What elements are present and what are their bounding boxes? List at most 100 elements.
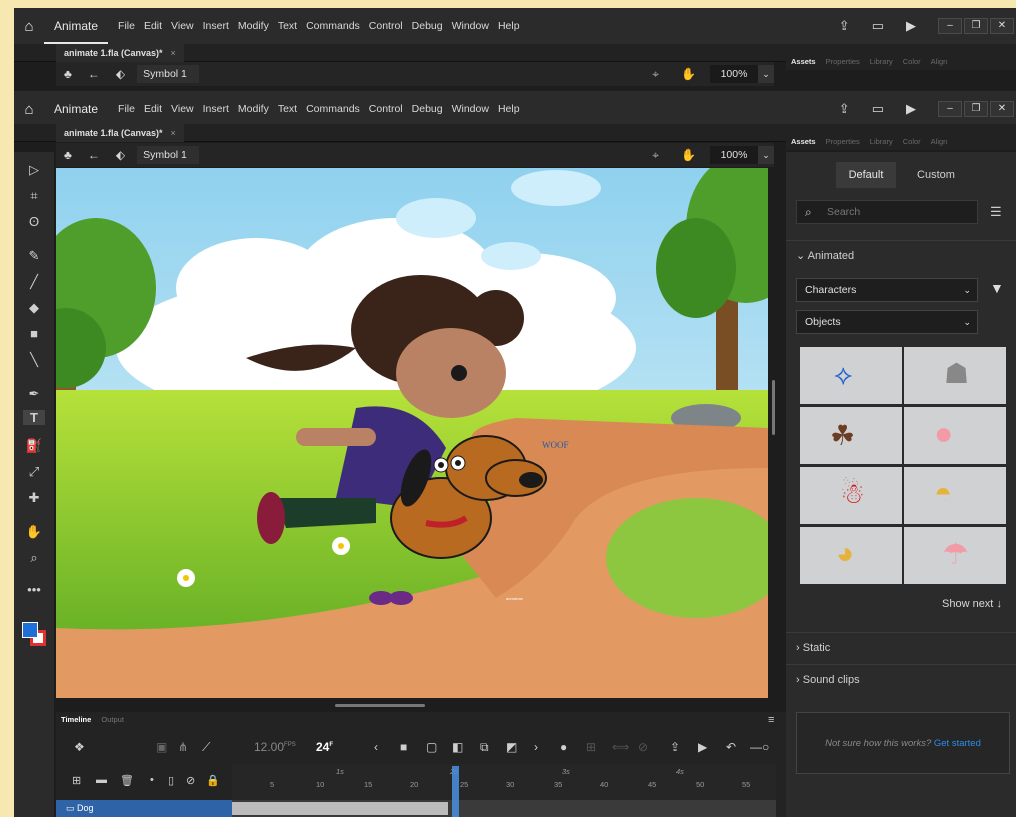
- asset-thumb-dog-sitting[interactable]: ◕: [800, 527, 902, 584]
- filter-icon[interactable]: ▼: [990, 280, 1004, 296]
- test-movie-icon[interactable]: ▶: [906, 101, 916, 117]
- frame-track[interactable]: [232, 800, 776, 817]
- brush-tool-icon[interactable]: ✎: [14, 248, 54, 264]
- menu-text[interactable]: Text: [278, 20, 297, 32]
- sync-icon[interactable]: ⊘: [638, 740, 648, 754]
- rectangle-tool-icon[interactable]: ■: [14, 326, 54, 341]
- asset-thumb-pig[interactable]: ☂: [904, 527, 1006, 584]
- chevron-down-icon[interactable]: ⌄: [758, 146, 774, 164]
- eraser-tool-icon[interactable]: ◆: [14, 300, 54, 316]
- lasso-tool-icon[interactable]: ʘ: [14, 214, 54, 229]
- panel-layout-icon[interactable]: ▭: [872, 18, 884, 34]
- restore-button[interactable]: ❐: [964, 101, 988, 117]
- scene-icon[interactable]: ♣: [64, 148, 72, 162]
- hand-tool-icon[interactable]: ✋: [14, 524, 54, 540]
- paint-bucket-tool-icon[interactable]: ⛽: [14, 438, 54, 454]
- test-movie-icon[interactable]: ▶: [906, 18, 916, 34]
- back-arrow-icon[interactable]: ←: [88, 148, 100, 162]
- asset-thumb-wolf[interactable]: ☘: [800, 407, 902, 464]
- zoom-tool-icon[interactable]: ⌕: [14, 550, 54, 566]
- frame-ruler[interactable]: 1s 2s 3s 4s 5 10 15 20 25 30 35 40 45 50…: [232, 764, 776, 800]
- document-tab[interactable]: animate 1.fla (Canvas)* ×: [56, 124, 184, 142]
- zoom-value[interactable]: 100%: [710, 146, 758, 164]
- subcategory-dropdown[interactable]: Objects ⌄: [796, 310, 978, 334]
- delete-icon[interactable]: 🗑: [120, 774, 134, 787]
- rotate-icon[interactable]: ✋: [681, 148, 696, 162]
- menu-view[interactable]: View: [171, 20, 194, 32]
- menu-file[interactable]: File: [118, 103, 135, 115]
- menu-text[interactable]: Text: [278, 103, 297, 115]
- tab-align[interactable]: Align: [931, 57, 948, 66]
- custom-tab[interactable]: Custom: [906, 162, 966, 188]
- minimize-button[interactable]: –: [938, 101, 962, 117]
- panel-layout-icon[interactable]: ▭: [872, 101, 884, 117]
- animated-section-header[interactable]: ⌄ Animated: [786, 240, 1016, 270]
- minimize-button[interactable]: –: [938, 18, 962, 34]
- menu-view[interactable]: View: [171, 103, 194, 115]
- tab-color[interactable]: Color: [903, 137, 921, 146]
- get-started-link[interactable]: Get started: [934, 738, 981, 749]
- text-tool-icon[interactable]: T: [23, 410, 45, 425]
- zoom-value-back[interactable]: 100%: [710, 65, 758, 83]
- menu-debug[interactable]: Debug: [412, 20, 443, 32]
- highlight-icon[interactable]: •: [150, 774, 154, 786]
- asset-thumb-mummy[interactable]: ☗: [904, 347, 1006, 404]
- home-icon[interactable]: ⌂: [14, 18, 44, 35]
- center-stage-icon[interactable]: ⌖: [652, 67, 659, 82]
- menu-edit[interactable]: Edit: [144, 20, 162, 32]
- tab-library[interactable]: Library: [870, 137, 893, 146]
- close-button[interactable]: ✕: [990, 101, 1014, 117]
- asset-thumb-santa[interactable]: ☃: [800, 467, 902, 524]
- scene-icon[interactable]: ♣: [64, 67, 72, 81]
- outline-icon[interactable]: ▯: [168, 774, 174, 787]
- tab-assets[interactable]: Assets: [791, 57, 816, 66]
- menu-edit[interactable]: Edit: [144, 103, 162, 115]
- category-dropdown[interactable]: Characters ⌄: [796, 278, 978, 302]
- eyedropper-tool-icon[interactable]: ⤢: [14, 464, 54, 480]
- tab-properties[interactable]: Properties: [826, 57, 860, 66]
- insert-keyframe-icon[interactable]: ■: [400, 740, 407, 754]
- line-tool-icon[interactable]: ╲: [14, 352, 54, 368]
- menu-window[interactable]: Window: [452, 103, 489, 115]
- show-next-button[interactable]: Show next ↓: [942, 598, 1002, 610]
- playhead[interactable]: [452, 766, 459, 817]
- timeline-menu-icon[interactable]: ≡: [768, 714, 774, 726]
- pen-tool-icon[interactable]: ✒: [14, 386, 54, 402]
- asset-thumb-pig-balloon[interactable]: ●: [904, 407, 1006, 464]
- menu-modify[interactable]: Modify: [238, 103, 269, 115]
- menu-help[interactable]: Help: [498, 20, 520, 32]
- share-icon[interactable]: ⇪: [839, 18, 850, 34]
- loop-playback-icon[interactable]: ↶: [726, 740, 736, 754]
- menu-control[interactable]: Control: [369, 20, 403, 32]
- tab-output[interactable]: Output: [101, 715, 124, 724]
- tab-library[interactable]: Library: [870, 57, 893, 66]
- document-tab-back[interactable]: animate 1.fla (Canvas)* ×: [56, 44, 184, 62]
- insert-blank-keyframe-icon[interactable]: ▢: [426, 740, 437, 754]
- menu-file[interactable]: File: [118, 20, 135, 32]
- tab-color[interactable]: Color: [903, 57, 921, 66]
- back-arrow-icon[interactable]: ←: [88, 67, 100, 81]
- prev-keyframe-icon[interactable]: ‹: [374, 740, 378, 754]
- stage-scrollbar-vertical[interactable]: [772, 380, 775, 435]
- stage-scrollbar-horizontal[interactable]: [335, 704, 425, 707]
- parenting-icon[interactable]: ⋔: [178, 740, 188, 754]
- classic-tween-icon[interactable]: ◩: [506, 740, 517, 754]
- next-keyframe-icon[interactable]: ›: [534, 740, 538, 754]
- sound-clips-section-header[interactable]: › Sound clips: [786, 664, 1016, 694]
- stage-canvas[interactable]: WOOF annrahan: [56, 168, 768, 698]
- free-transform-tool-icon[interactable]: ⌗: [14, 188, 54, 204]
- onion-skin-icon[interactable]: ●: [560, 740, 567, 754]
- close-button[interactable]: ✕: [990, 18, 1014, 34]
- new-layer-icon[interactable]: ⊞: [72, 774, 81, 787]
- layers-icon[interactable]: ❖: [74, 740, 85, 754]
- menu-insert[interactable]: Insert: [203, 20, 229, 32]
- share-icon[interactable]: ⇪: [839, 101, 850, 117]
- frame-value[interactable]: 24F: [316, 740, 333, 754]
- restore-button[interactable]: ❐: [964, 18, 988, 34]
- more-tools-icon[interactable]: •••: [14, 582, 54, 597]
- zoom-slider[interactable]: —○: [750, 740, 769, 754]
- layer-dog[interactable]: ▭ Dog: [56, 800, 232, 817]
- menu-insert[interactable]: Insert: [203, 103, 229, 115]
- asset-thumb-parrot[interactable]: ⟡: [800, 347, 902, 404]
- menu-modify[interactable]: Modify: [238, 20, 269, 32]
